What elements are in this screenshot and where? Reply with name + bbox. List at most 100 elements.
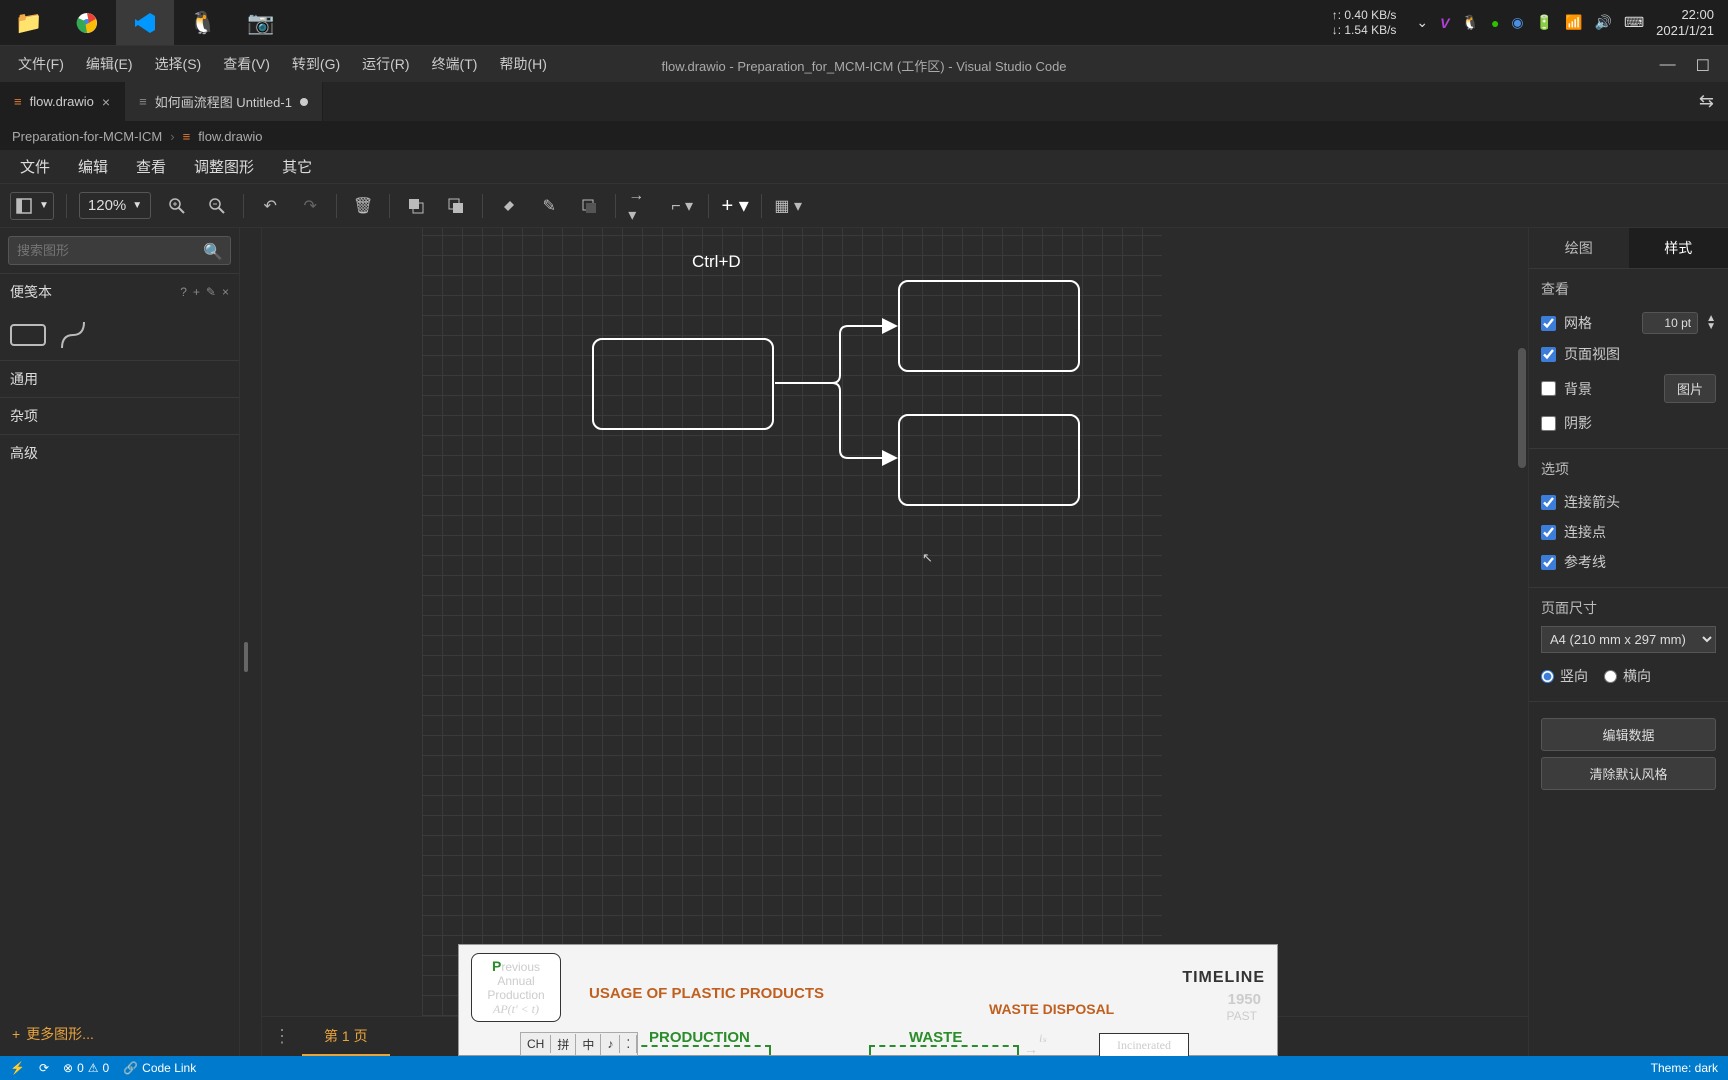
theme-button[interactable]: Theme: dark	[1651, 1061, 1718, 1075]
advanced-group[interactable]: 高级	[0, 434, 239, 471]
ime-pinyin[interactable]: 拼	[551, 1034, 576, 1055]
problems-button[interactable]: ⊗0 ⚠0	[63, 1061, 109, 1075]
page-tab-1[interactable]: 第 1 页	[302, 1017, 390, 1056]
dmenu-extras[interactable]: 其它	[270, 152, 324, 181]
vertical-scrollbar[interactable]	[1518, 348, 1526, 468]
misc-group[interactable]: 杂项	[0, 397, 239, 434]
chevron-down-icon[interactable]: ⌄	[1416, 14, 1428, 31]
shadow-button[interactable]	[575, 192, 603, 220]
tray-battery-icon[interactable]: 🔋	[1536, 14, 1553, 31]
tray-wechat-icon[interactable]: ●	[1491, 15, 1499, 31]
menu-help[interactable]: 帮助(H)	[489, 50, 556, 78]
insert-button[interactable]: + ▾	[721, 192, 749, 220]
arrows-checkbox[interactable]	[1541, 495, 1556, 510]
portrait-radio[interactable]	[1541, 670, 1554, 683]
to-back-button[interactable]	[442, 192, 470, 220]
line-color-button[interactable]: ✎	[535, 192, 563, 220]
crumb-folder[interactable]: Preparation-for-MCM-ICM	[12, 129, 162, 144]
minimize-button[interactable]: —	[1660, 56, 1676, 76]
sidebar-toggle-button[interactable]: ▼	[10, 192, 54, 220]
clear-default-button[interactable]: 清除默认风格	[1541, 757, 1716, 790]
tab-untitled[interactable]: ≡ 如何画流程图 Untitled-1	[125, 82, 323, 121]
ime-chinese[interactable]: 中	[576, 1034, 601, 1055]
codelink-button[interactable]: 🔗 Code Link	[123, 1061, 196, 1075]
flowchart-box-3[interactable]	[898, 414, 1080, 506]
table-button[interactable]: ▦ ▾	[774, 192, 802, 220]
dmenu-arrange[interactable]: 调整图形	[182, 152, 266, 181]
ime-more[interactable]: ⁚	[620, 1035, 637, 1053]
vscode-app-icon[interactable]	[116, 0, 174, 45]
shape-rounded-rect[interactable]	[10, 324, 46, 346]
menu-view[interactable]: 查看(V)	[213, 50, 280, 78]
canvas[interactable]: Ctrl+D ↖ ⋮ 第 1 页	[262, 228, 1528, 1056]
points-checkbox[interactable]	[1541, 525, 1556, 540]
tray-penguin-icon[interactable]: 🐧	[1462, 14, 1479, 31]
general-group[interactable]: 通用	[0, 360, 239, 397]
sync-button[interactable]: ⟳	[39, 1061, 49, 1075]
tray-keyboard-icon[interactable]: ⌨	[1624, 14, 1644, 31]
menu-edit[interactable]: 编辑(E)	[76, 50, 143, 78]
zoom-out-button[interactable]	[203, 192, 231, 220]
chrome-app-icon[interactable]	[58, 0, 116, 45]
close-icon[interactable]: ×	[102, 94, 110, 110]
close-icon[interactable]: ×	[222, 285, 229, 299]
dmenu-edit[interactable]: 编辑	[66, 152, 120, 181]
tray-wifi-icon[interactable]: 📶	[1565, 14, 1582, 31]
remote-button[interactable]: ⚡	[10, 1061, 25, 1075]
tray-sync-icon[interactable]: ◉	[1511, 14, 1523, 31]
fill-color-button[interactable]	[495, 192, 523, 220]
connection-button[interactable]: → ▾	[628, 192, 656, 220]
undo-button[interactable]: ↶	[256, 192, 284, 220]
add-icon[interactable]: +	[193, 285, 200, 299]
landscape-radio[interactable]	[1604, 670, 1617, 683]
scratchpad-group[interactable]: 便笺本 ? + ✎ ×	[0, 273, 239, 310]
page-menu-button[interactable]: ⋮	[262, 1026, 302, 1047]
zoom-select[interactable]: 120% ▼	[79, 192, 151, 219]
guides-checkbox[interactable]	[1541, 555, 1556, 570]
pageview-checkbox[interactable]	[1541, 347, 1556, 362]
compare-icon[interactable]: ⇆	[1699, 91, 1714, 112]
edit-icon[interactable]: ✎	[206, 285, 216, 299]
papersize-select[interactable]: A4 (210 mm x 297 mm)	[1541, 626, 1716, 653]
flowchart-box-1[interactable]	[592, 338, 774, 430]
tray-v-icon[interactable]: V	[1440, 15, 1449, 31]
background-checkbox[interactable]	[1541, 381, 1556, 396]
grid-size-input[interactable]	[1642, 312, 1698, 334]
menu-terminal[interactable]: 终端(T)	[422, 50, 488, 78]
tab-flow-drawio[interactable]: ≡ flow.drawio ×	[0, 82, 125, 121]
ime-music-icon[interactable]: ♪	[601, 1035, 620, 1053]
redo-button[interactable]: ↷	[296, 192, 324, 220]
zoom-in-button[interactable]	[163, 192, 191, 220]
ime-lang[interactable]: CH	[521, 1035, 551, 1053]
qq-app-icon[interactable]: 🐧	[174, 0, 232, 45]
help-icon[interactable]: ?	[180, 285, 187, 299]
camera-app-icon[interactable]: 📷	[232, 0, 290, 45]
shadow-checkbox[interactable]	[1541, 416, 1556, 431]
more-shapes-button[interactable]: + 更多图形...	[0, 1012, 239, 1056]
shape-connector[interactable]	[60, 320, 86, 350]
ime-toolbar[interactable]: CH 拼 中 ♪ ⁚	[520, 1032, 638, 1056]
tab-diagram[interactable]: 绘图	[1529, 228, 1629, 268]
datetime[interactable]: 22:00 2021/1/21	[1656, 7, 1714, 38]
menu-select[interactable]: 选择(S)	[145, 50, 212, 78]
menu-file[interactable]: 文件(F)	[8, 50, 74, 78]
menu-run[interactable]: 运行(R)	[352, 50, 419, 78]
maximize-button[interactable]: ☐	[1696, 56, 1710, 76]
grid-checkbox[interactable]	[1541, 316, 1556, 331]
crumb-file[interactable]: flow.drawio	[198, 129, 262, 144]
search-icon[interactable]: 🔍	[203, 242, 223, 262]
flowchart-box-2[interactable]	[898, 280, 1080, 372]
dmenu-view[interactable]: 查看	[124, 152, 178, 181]
dmenu-file[interactable]: 文件	[8, 152, 62, 181]
tray-volume-icon[interactable]: 🔊	[1595, 14, 1612, 31]
delete-button[interactable]: 🗑	[349, 192, 377, 220]
tab-style[interactable]: 样式	[1629, 228, 1728, 268]
stepper-icon[interactable]: ▲▼	[1706, 315, 1716, 331]
edit-data-button[interactable]: 编辑数据	[1541, 718, 1716, 751]
image-button[interactable]: 图片	[1664, 374, 1716, 403]
to-front-button[interactable]	[402, 192, 430, 220]
search-input[interactable]	[8, 236, 231, 265]
waypoint-button[interactable]: ⌐ ▾	[668, 192, 696, 220]
explorer-app-icon[interactable]: 📁	[0, 0, 58, 45]
menu-goto[interactable]: 转到(G)	[282, 50, 350, 78]
